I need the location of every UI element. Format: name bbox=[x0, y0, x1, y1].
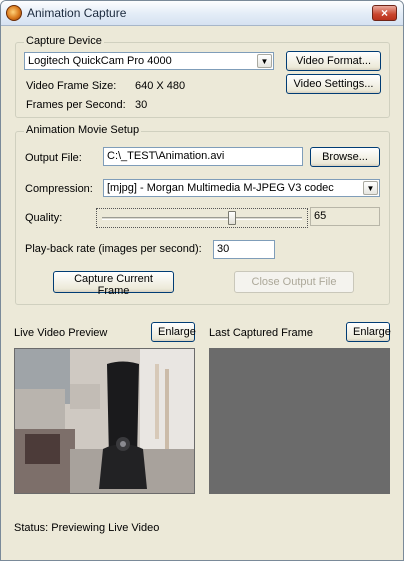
frame-size-label: Video Frame Size: bbox=[26, 80, 117, 92]
quality-slider-track bbox=[102, 217, 302, 220]
movie-setup-group-label: Animation Movie Setup bbox=[24, 124, 142, 136]
quality-value-box: 65 bbox=[310, 207, 380, 226]
live-preview-label: Live Video Preview bbox=[14, 327, 108, 339]
close-button[interactable]: × bbox=[372, 5, 397, 21]
live-enlarge-button[interactable]: Enlarge bbox=[151, 322, 196, 342]
fps-label: Frames per Second: bbox=[26, 99, 126, 111]
quality-label: Quality: bbox=[25, 212, 63, 224]
animation-capture-window: Animation Capture × Capture Device Logit… bbox=[0, 0, 404, 561]
output-file-field[interactable]: C:\_TEST\Animation.avi bbox=[103, 147, 303, 166]
status-text: Status: Previewing Live Video bbox=[14, 522, 160, 534]
compression-label: Compression: bbox=[25, 183, 93, 195]
chevron-down-icon[interactable]: ▼ bbox=[257, 54, 272, 68]
output-file-label: Output File: bbox=[25, 152, 82, 164]
quality-slider[interactable] bbox=[96, 208, 308, 228]
compression-select[interactable]: [mjpg] - Morgan Multimedia M-JPEG V3 cod… bbox=[103, 179, 380, 197]
capture-device-group-label: Capture Device bbox=[24, 35, 104, 47]
last-captured-frame bbox=[209, 348, 390, 494]
playback-label: Play-back rate (images per second): bbox=[25, 243, 202, 255]
compression-value: [mjpg] - Morgan Multimedia M-JPEG V3 cod… bbox=[107, 182, 334, 194]
last-enlarge-button[interactable]: Enlarge bbox=[346, 322, 391, 342]
close-output-button[interactable]: Close Output File bbox=[234, 271, 354, 293]
frame-size-value: 640 X 480 bbox=[135, 80, 186, 92]
close-icon: × bbox=[380, 6, 388, 20]
video-format-button[interactable]: Video Format... bbox=[286, 51, 381, 71]
app-icon bbox=[6, 5, 22, 21]
capture-frame-button[interactable]: Capture Current Frame bbox=[53, 271, 174, 297]
browse-button[interactable]: Browse... bbox=[310, 147, 380, 167]
chevron-down-icon[interactable]: ▼ bbox=[363, 181, 378, 195]
capture-device-value: Logitech QuickCam Pro 4000 bbox=[28, 55, 172, 67]
window-title: Animation Capture bbox=[27, 6, 127, 20]
quality-slider-thumb[interactable] bbox=[228, 211, 236, 225]
video-settings-button[interactable]: Video Settings... bbox=[286, 74, 381, 94]
title-bar[interactable]: Animation Capture × bbox=[1, 1, 403, 26]
playback-rate-field[interactable]: 30 bbox=[213, 240, 275, 259]
live-video-preview[interactable] bbox=[14, 348, 195, 494]
last-frame-label: Last Captured Frame bbox=[209, 327, 313, 339]
capture-device-select[interactable]: Logitech QuickCam Pro 4000 ▼ bbox=[24, 52, 274, 70]
fps-value: 30 bbox=[135, 99, 148, 111]
live-video-image bbox=[15, 349, 194, 493]
